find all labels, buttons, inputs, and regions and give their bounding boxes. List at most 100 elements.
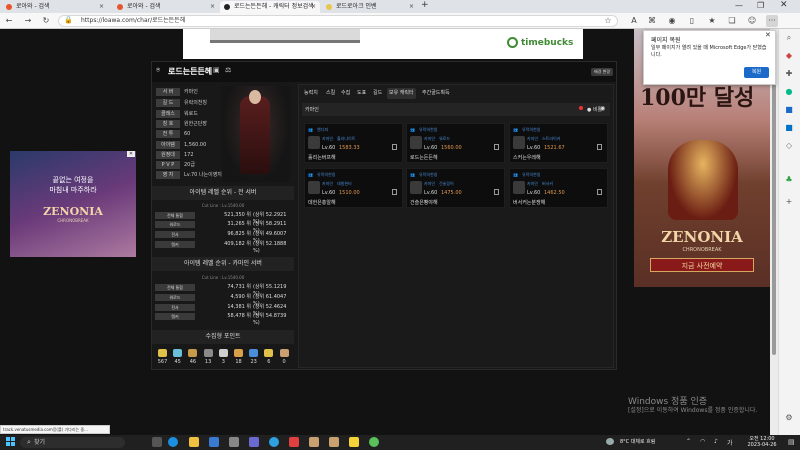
tray-chevron-icon[interactable]: ⌃: [686, 438, 691, 445]
browser-tab-4[interactable]: 로드로아크 인벤 ×: [322, 1, 418, 13]
copy-icon[interactable]: [392, 144, 397, 150]
panel-tab[interactable]: 스킬: [324, 88, 337, 99]
collection-icon[interactable]: [264, 349, 274, 357]
collection-value: 6: [267, 359, 271, 365]
collection-icon[interactable]: [173, 349, 183, 357]
restore-button[interactable]: 복원: [744, 67, 769, 78]
panel-tab[interactable]: 수집: [339, 88, 352, 99]
refresh-icon[interactable]: ↻: [40, 15, 52, 27]
character-card-item[interactable]: 👥 앤디파 카마인 홀리나이트 Lv.60 1583.33 홀리는버프해: [304, 123, 403, 163]
sidebar-add-icon[interactable]: +: [784, 197, 794, 207]
address-bar[interactable]: https://loawa.com/char/로드는든든헤: [58, 15, 618, 27]
minimize-icon[interactable]: —: [735, 1, 743, 10]
read-aloud-icon[interactable]: A: [628, 15, 640, 27]
wifi-icon[interactable]: ◠: [700, 438, 705, 445]
card-icon[interactable]: ▣: [213, 66, 220, 74]
edge-taskbar-icon[interactable]: [168, 437, 178, 447]
app-taskbar-icon[interactable]: [289, 437, 299, 447]
panel-tab[interactable]: 보유 캐릭터: [387, 88, 416, 99]
app-taskbar-icon[interactable]: [269, 437, 279, 447]
browser-tab-3[interactable]: 로드는든든헤 - 캐릭터 정보검색 ×: [220, 1, 320, 13]
close-tab-icon[interactable]: ×: [409, 1, 414, 13]
panel-tab[interactable]: 길드: [371, 88, 384, 99]
balance-icon[interactable]: ⚖: [225, 66, 231, 74]
sidebar-office-icon[interactable]: ■: [784, 105, 794, 115]
character-card-item[interactable]: 👥 유락의천칭 카마인 데빌헌터 Lv.60 1510.00 데헌은총알해: [304, 168, 403, 208]
close-tab-icon[interactable]: ×: [311, 1, 316, 13]
sidebar-outlook-icon[interactable]: ■: [784, 123, 794, 133]
store-taskbar-icon[interactable]: [209, 437, 219, 447]
panel-tab[interactable]: 주간골드획득: [420, 88, 452, 99]
sidebar-tree-icon[interactable]: ♣: [784, 175, 794, 185]
panel-tab[interactable]: 능력치: [302, 88, 320, 99]
close-tab-icon[interactable]: ×: [210, 1, 215, 13]
split-screen-icon[interactable]: ▯: [686, 15, 698, 27]
collection-icon[interactable]: [249, 349, 259, 357]
copy-icon[interactable]: [597, 189, 602, 195]
taskbar-search[interactable]: 찾기: [20, 437, 125, 448]
character-card-item[interactable]: 👥 유락의천칭 카마인 건슬링어 Lv.60 1475.00 건슬은빵야해: [406, 168, 505, 208]
collection-icon[interactable]: [203, 349, 213, 357]
browser-tab-2[interactable]: 로아와 - 검색 ×: [113, 1, 219, 13]
lostark-taskbar-icon[interactable]: [309, 437, 319, 447]
forward-icon[interactable]: →: [22, 15, 34, 27]
char-portrait: [513, 181, 525, 194]
favorites-icon[interactable]: ★: [706, 15, 718, 27]
language-icon[interactable]: 가: [727, 438, 733, 447]
sidebar-games-icon[interactable]: ●: [784, 87, 794, 97]
popup-close-icon[interactable]: ✕: [765, 31, 771, 39]
close-window-icon[interactable]: ✕: [780, 0, 788, 10]
collection-icon[interactable]: [279, 349, 289, 357]
panel-tab[interactable]: 도표: [355, 88, 368, 99]
eye-toggle-icon[interactable]: ◉: [600, 105, 605, 112]
sidebar-shopping-icon[interactable]: ◆: [784, 51, 794, 61]
ad-close-icon[interactable]: ✕: [127, 151, 135, 157]
sidebar-search-icon[interactable]: ⌕: [784, 33, 794, 43]
app-taskbar-icon[interactable]: [229, 437, 239, 447]
character-card-item[interactable]: 👥 유락의천칭 카마인 버서커 Lv.60 1462.50 버서커는분쟁해: [509, 168, 608, 208]
lock-icon[interactable]: 🔒: [64, 16, 73, 24]
windows-start-icon[interactable]: [6, 437, 16, 447]
extension-icon[interactable]: ⌘: [646, 15, 658, 27]
sidebar-tools-icon[interactable]: ✚: [784, 69, 794, 79]
profile-icon[interactable]: ☺: [746, 15, 758, 27]
taskbar-search-label: 찾기: [34, 439, 46, 446]
collections-icon[interactable]: ❏: [726, 15, 738, 27]
refresh-alt-icon[interactable]: ◉: [666, 15, 678, 27]
close-tab-icon[interactable]: ×: [99, 1, 104, 13]
sidebar-item-icon[interactable]: ◇: [784, 141, 794, 151]
notification-icon[interactable]: ▤: [788, 438, 795, 446]
app-taskbar-icon[interactable]: [369, 437, 379, 447]
left-side-ad[interactable]: [10, 151, 136, 257]
character-card-item[interactable]: 👥 유락의천칭 카마인 워로드 Lv.60 1560.00 로드는든든헤: [406, 123, 505, 163]
character-card-item[interactable]: 👥 유락의천칭 카마인 스트라이커 Lv.60 1521.67 스커는우레해: [509, 123, 608, 163]
app-taskbar-icon[interactable]: [249, 437, 259, 447]
collection-icon[interactable]: [188, 349, 198, 357]
new-tab-button[interactable]: +: [421, 0, 429, 10]
more-menu-icon[interactable]: ···: [766, 15, 778, 27]
back-icon[interactable]: ←: [3, 15, 15, 27]
lostark-taskbar-icon[interactable]: [329, 437, 339, 447]
collection-value: 45: [174, 359, 181, 365]
copy-icon[interactable]: [597, 144, 602, 150]
kakaotalk-taskbar-icon[interactable]: [349, 437, 359, 447]
taskbar-clock[interactable]: 오전 12:00 2023-04-26: [742, 436, 782, 448]
volume-icon[interactable]: ♪: [714, 438, 718, 445]
preregister-button[interactable]: 지금 사전예약: [650, 258, 754, 272]
sidebar-settings-icon[interactable]: ⚙: [784, 413, 794, 423]
explorer-taskbar-icon[interactable]: [189, 437, 199, 447]
maximize-icon[interactable]: ❐: [757, 1, 764, 10]
browser-tab-1[interactable]: 로아와 - 검색 ×: [2, 1, 108, 13]
collection-icon[interactable]: [234, 349, 243, 357]
copy-icon[interactable]: [392, 189, 397, 195]
collection-value: 0: [282, 359, 286, 365]
change-background-button[interactable]: 배경 변경: [591, 68, 613, 76]
collection-icon[interactable]: [158, 349, 167, 357]
copy-icon[interactable]: [494, 144, 499, 150]
collection-icon[interactable]: [218, 349, 228, 357]
task-view-icon[interactable]: [152, 437, 162, 447]
favorite-star-icon[interactable]: ☆: [602, 15, 614, 27]
copy-icon[interactable]: [494, 189, 499, 195]
char-name: 홀리는버프해: [308, 155, 336, 161]
weather-text[interactable]: 8°C 대체로 흐림: [620, 438, 655, 445]
